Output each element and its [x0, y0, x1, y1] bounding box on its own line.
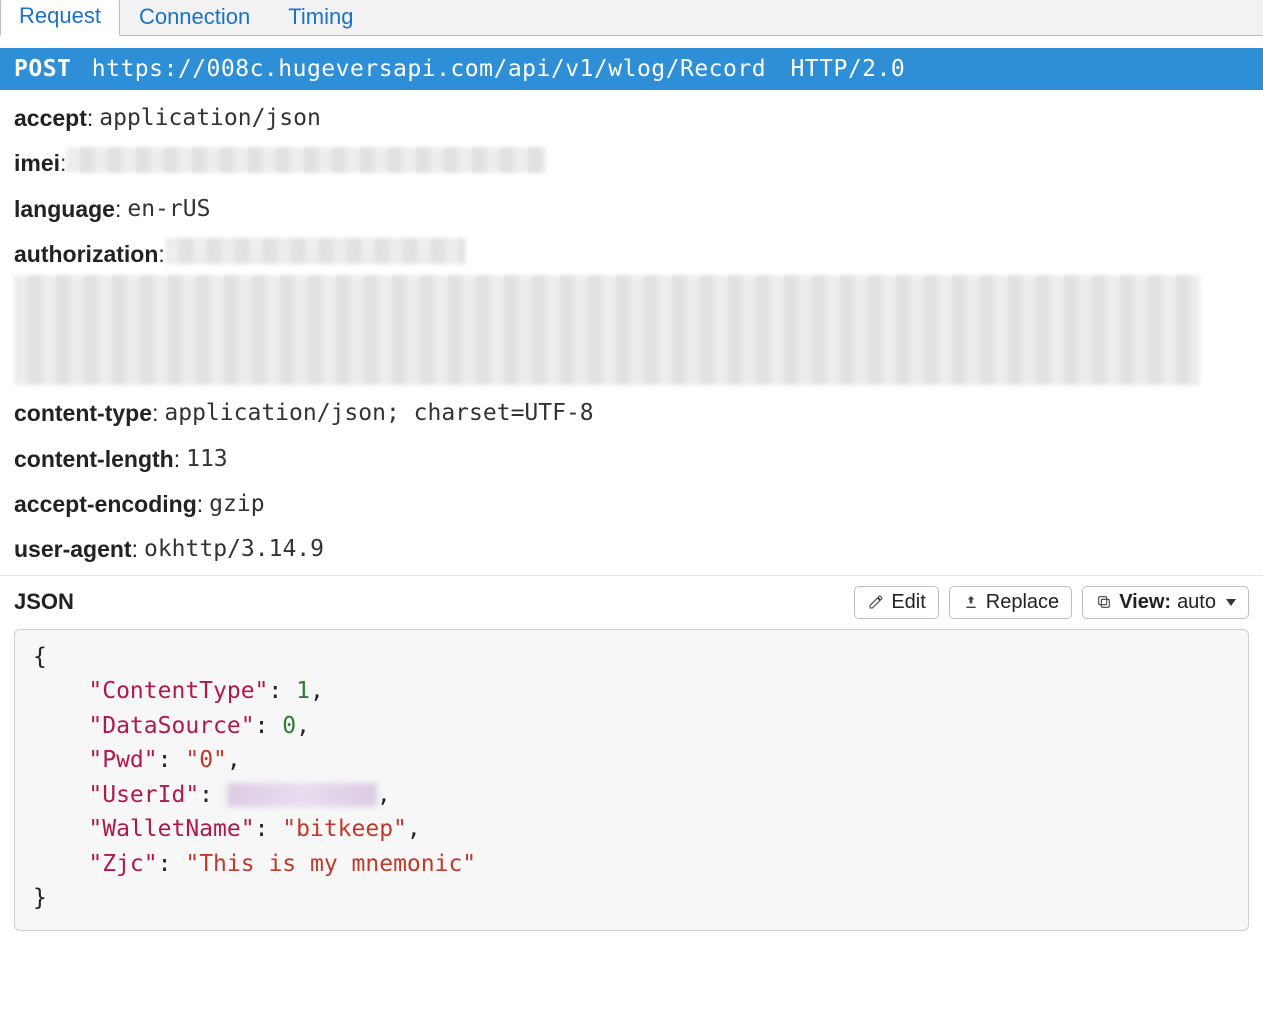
header-row: accept-encoding: gzip: [14, 482, 1249, 527]
header-value: en-rUS: [127, 193, 210, 226]
header-name: user-agent: [14, 533, 132, 566]
body-section-label: JSON: [14, 589, 74, 615]
header-row: authorization:: [14, 232, 1249, 391]
header-name: imei: [14, 147, 60, 180]
http-method: POST: [14, 56, 71, 82]
header-value: okhttp/3.14.9: [144, 533, 324, 566]
edit-icon: [867, 593, 885, 611]
header-row: accept: application/json: [14, 96, 1249, 141]
view-mode-prefix: View:: [1119, 591, 1171, 614]
header-name: content-length: [14, 443, 174, 476]
replace-button[interactable]: Replace: [949, 586, 1072, 619]
header-name: language: [14, 193, 115, 226]
header-value: application/json: [99, 102, 321, 135]
redacted-value: [227, 783, 377, 807]
header-row: language: en-rUS: [14, 187, 1249, 232]
tab-timing[interactable]: Timing: [269, 0, 372, 36]
header-value: gzip: [209, 488, 264, 521]
json-body: { "ContentType": 1, "DataSource": 0, "Pw…: [14, 629, 1249, 931]
replace-button-label: Replace: [986, 591, 1059, 614]
header-name: accept-encoding: [14, 488, 197, 521]
tabs-bar: Request Connection Timing: [0, 0, 1263, 36]
view-mode-value: auto: [1177, 591, 1216, 614]
edit-button-label: Edit: [891, 591, 925, 614]
header-row: content-type: application/json; charset=…: [14, 391, 1249, 436]
header-name: content-type: [14, 397, 152, 430]
header-name: accept: [14, 102, 87, 135]
header-name: authorization: [14, 238, 158, 271]
header-value: application/json; charset=UTF-8: [164, 397, 593, 430]
tab-connection[interactable]: Connection: [120, 0, 269, 36]
http-protocol: HTTP/2.0: [790, 56, 905, 82]
chevron-down-icon: [1226, 599, 1236, 606]
body-section-bar: JSON Edit Replace View: auto: [0, 576, 1263, 629]
request-summary: POST https://008c.hugeversapi.com/api/v1…: [0, 48, 1263, 90]
body-actions: Edit Replace View: auto: [854, 586, 1249, 619]
redacted-value: [66, 147, 546, 173]
upload-icon: [962, 593, 980, 611]
edit-button[interactable]: Edit: [854, 586, 938, 619]
request-url: https://008c.hugeversapi.com/api/v1/wlog…: [92, 56, 766, 82]
tab-request[interactable]: Request: [0, 0, 120, 36]
header-row: user-agent: okhttp/3.14.9: [14, 527, 1249, 572]
request-headers: accept: application/jsonimei: language: …: [0, 90, 1263, 576]
header-row: imei:: [14, 141, 1249, 186]
header-value: 113: [186, 443, 228, 476]
view-mode-button[interactable]: View: auto: [1082, 586, 1249, 619]
header-row: content-length: 113: [14, 437, 1249, 482]
copy-icon: [1095, 593, 1113, 611]
